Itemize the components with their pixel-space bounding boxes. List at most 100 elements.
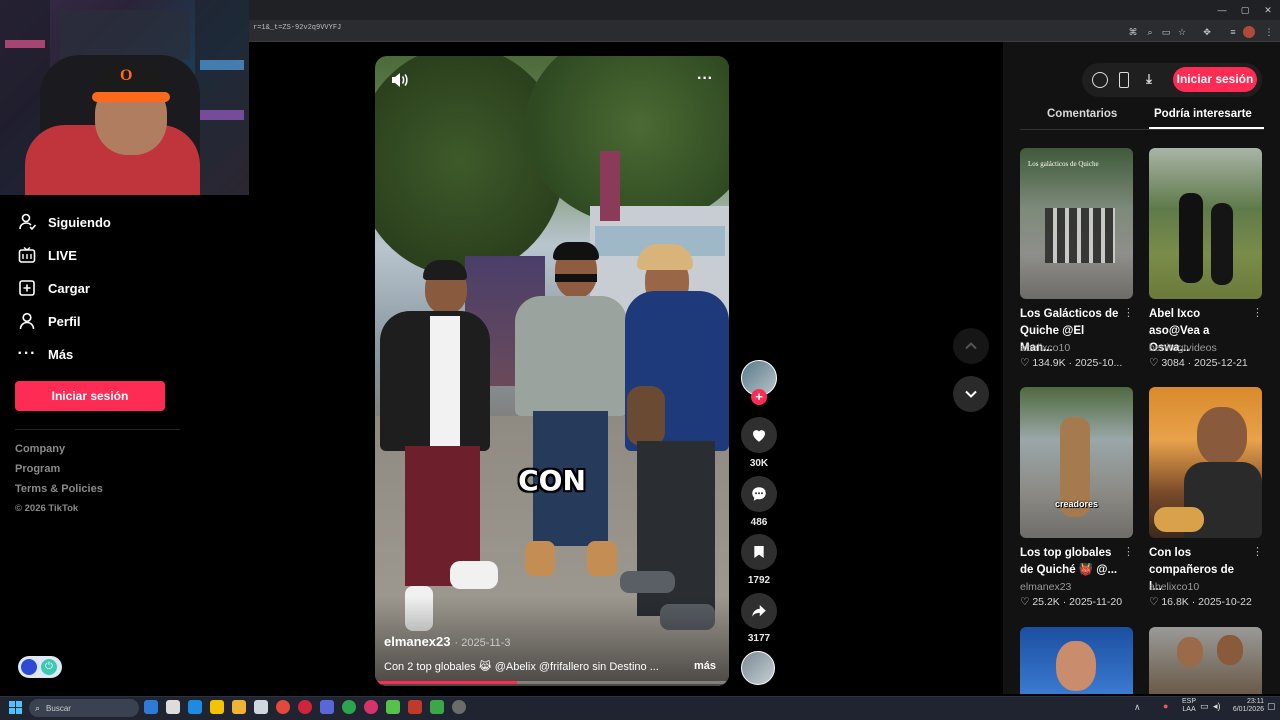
browser-menu-icon[interactable]: ⋮: [1262, 25, 1276, 39]
suggestion-user[interactable]: abelixco10: [1020, 342, 1070, 354]
prev-video-button[interactable]: [953, 328, 989, 364]
tab-suggested[interactable]: Podría interesarte: [1154, 108, 1252, 120]
chevron-up-tray-icon[interactable]: ∧: [1134, 702, 1141, 713]
maximize-button[interactable]: ▢: [1238, 3, 1252, 17]
sound-avatar[interactable]: [741, 651, 775, 685]
profile-avatar-icon[interactable]: [1243, 26, 1255, 38]
divider: [15, 429, 180, 430]
app-icon[interactable]: [254, 700, 268, 714]
microphone-icon[interactable]: ●: [1163, 701, 1168, 711]
chrome-icon[interactable]: [276, 700, 290, 714]
progress-track[interactable]: [375, 681, 729, 684]
volume-icon[interactable]: ◂): [1213, 701, 1221, 712]
thumbnail-overlay-text: creadores: [1054, 499, 1099, 509]
nav-item-following[interactable]: Siguiendo: [18, 209, 111, 235]
minimize-button[interactable]: —: [1215, 3, 1229, 17]
suggestion-thumbnail[interactable]: [1020, 627, 1133, 694]
compass-icon[interactable]: [1092, 72, 1108, 88]
tab-active-indicator: [1149, 127, 1264, 129]
discord-icon[interactable]: [320, 700, 334, 714]
suggestion-card[interactable]: creadores Los top globales de Quiché 👹 @.…: [1020, 387, 1134, 608]
copyright-text: © 2026 TikTok: [15, 503, 79, 514]
footer-link-terms[interactable]: Terms & Policies: [15, 483, 103, 495]
like-button[interactable]: [741, 417, 777, 453]
mail-icon[interactable]: [188, 700, 202, 714]
card-more-icon[interactable]: ⋮: [1123, 545, 1134, 558]
card-more-icon[interactable]: ⋮: [1252, 306, 1263, 319]
sound-icon[interactable]: [389, 70, 409, 90]
download-icon[interactable]: ⤓: [1141, 71, 1157, 87]
nav-item-upload[interactable]: Cargar: [18, 275, 90, 301]
bookmark-star-icon[interactable]: ☆: [1175, 25, 1189, 39]
suggestion-stats: ♡ 16.8K · 2025-10-22: [1149, 596, 1252, 608]
suggestion-thumbnail[interactable]: Los galácticos de Quiche: [1020, 148, 1133, 299]
share-button[interactable]: [741, 593, 777, 629]
tab-comments[interactable]: Comentarios: [1047, 108, 1117, 120]
translate-icon[interactable]: ⌘: [1126, 25, 1140, 39]
nav-item-profile[interactable]: Perfil: [18, 308, 81, 334]
obs-icon[interactable]: [408, 700, 422, 714]
extensions-icon[interactable]: ✥: [1200, 25, 1214, 39]
video-player[interactable]: ··· CON elmanex23 · 2025-11-3 Con 2 top …: [375, 56, 729, 686]
following-icon: [18, 213, 36, 231]
profile-icon: [18, 312, 36, 330]
more-link[interactable]: más: [694, 660, 716, 672]
next-video-button[interactable]: [953, 376, 989, 412]
follow-plus-icon[interactable]: +: [751, 389, 767, 405]
nav-label: Siguiendo: [48, 214, 111, 230]
media-player-icon[interactable]: [364, 700, 378, 714]
suggestion-thumbnail[interactable]: [1149, 387, 1262, 538]
play-icon[interactable]: [386, 700, 400, 714]
cast-icon[interactable]: ▭: [1159, 25, 1173, 39]
login-button-header[interactable]: Iniciar sesión: [1173, 67, 1257, 92]
clock[interactable]: 23:11 6/01/2026: [1226, 698, 1264, 714]
card-more-icon[interactable]: ⋮: [1123, 306, 1134, 319]
reading-list-icon[interactable]: ≡: [1226, 25, 1240, 39]
app-toggle[interactable]: ⏻: [18, 656, 62, 678]
opera-icon[interactable]: [298, 700, 312, 714]
suggestion-title: Los top globales de Quiché 👹 @...: [1020, 547, 1118, 576]
suggestion-thumbnail[interactable]: creadores: [1020, 387, 1133, 538]
taskbar-search[interactable]: ⌕ Buscar: [29, 699, 139, 717]
chevron-down-icon: [965, 390, 977, 398]
file-explorer-icon[interactable]: [232, 700, 246, 714]
suggestion-user[interactable]: benitogtvideos: [1149, 342, 1217, 354]
app-logo-icon: [21, 659, 37, 675]
mobile-icon[interactable]: [1119, 72, 1129, 88]
nav-item-more[interactable]: ··· Más: [18, 341, 74, 367]
suggestion-thumbnail[interactable]: [1149, 627, 1262, 694]
card-more-icon[interactable]: ⋮: [1252, 545, 1263, 558]
language-indicator[interactable]: ESP LAA: [1182, 698, 1196, 714]
minecraft-icon[interactable]: [430, 700, 444, 714]
footer-link-company[interactable]: Company: [15, 443, 65, 455]
sticky-notes-icon[interactable]: [210, 700, 224, 714]
suggestion-user[interactable]: elmanex23: [1020, 581, 1071, 593]
heart-outline-icon: ♡: [1149, 357, 1159, 369]
power-icon: ⏻: [41, 659, 57, 675]
suggestion-card[interactable]: Abel Ixco aso@Vea a Oswa... ⋮ benitogtvid…: [1149, 148, 1263, 369]
suggestion-user[interactable]: abelixco10: [1149, 581, 1199, 593]
suggestion-card[interactable]: Con los compañeros de l... ⋮ abelixco10 ♡…: [1149, 387, 1263, 608]
task-view-icon[interactable]: [166, 700, 180, 714]
github-icon[interactable]: [452, 700, 466, 714]
windows-start-icon[interactable]: [9, 701, 22, 714]
widgets-icon[interactable]: [144, 700, 158, 714]
suggestion-card[interactable]: Los galácticos de Quiche Los Galácticos …: [1020, 148, 1134, 369]
comment-button[interactable]: [741, 476, 777, 512]
video-author[interactable]: elmanex23: [384, 634, 451, 649]
nav-item-live[interactable]: LIVE: [18, 242, 77, 268]
network-icon[interactable]: ▭: [1200, 701, 1209, 712]
notifications-icon[interactable]: ▢: [1267, 701, 1276, 712]
login-button-sidebar[interactable]: Iniciar sesión: [15, 381, 165, 411]
video-options-icon[interactable]: ···: [693, 70, 717, 88]
like-count: 30K: [749, 458, 769, 469]
footer-link-program[interactable]: Program: [15, 463, 60, 475]
suggestion-stats: ♡ 134.9K · 2025-10...: [1020, 357, 1123, 369]
close-window-button[interactable]: ✕: [1261, 3, 1275, 17]
save-button[interactable]: [741, 534, 777, 570]
heart-outline-icon: ♡: [1020, 357, 1030, 369]
suggestion-thumbnail[interactable]: [1149, 148, 1262, 299]
xbox-icon[interactable]: [342, 700, 356, 714]
url-text[interactable]: r=1&_t=ZS-92v2q9VVYFJ: [253, 24, 341, 32]
zoom-icon[interactable]: ⌕: [1143, 25, 1157, 39]
